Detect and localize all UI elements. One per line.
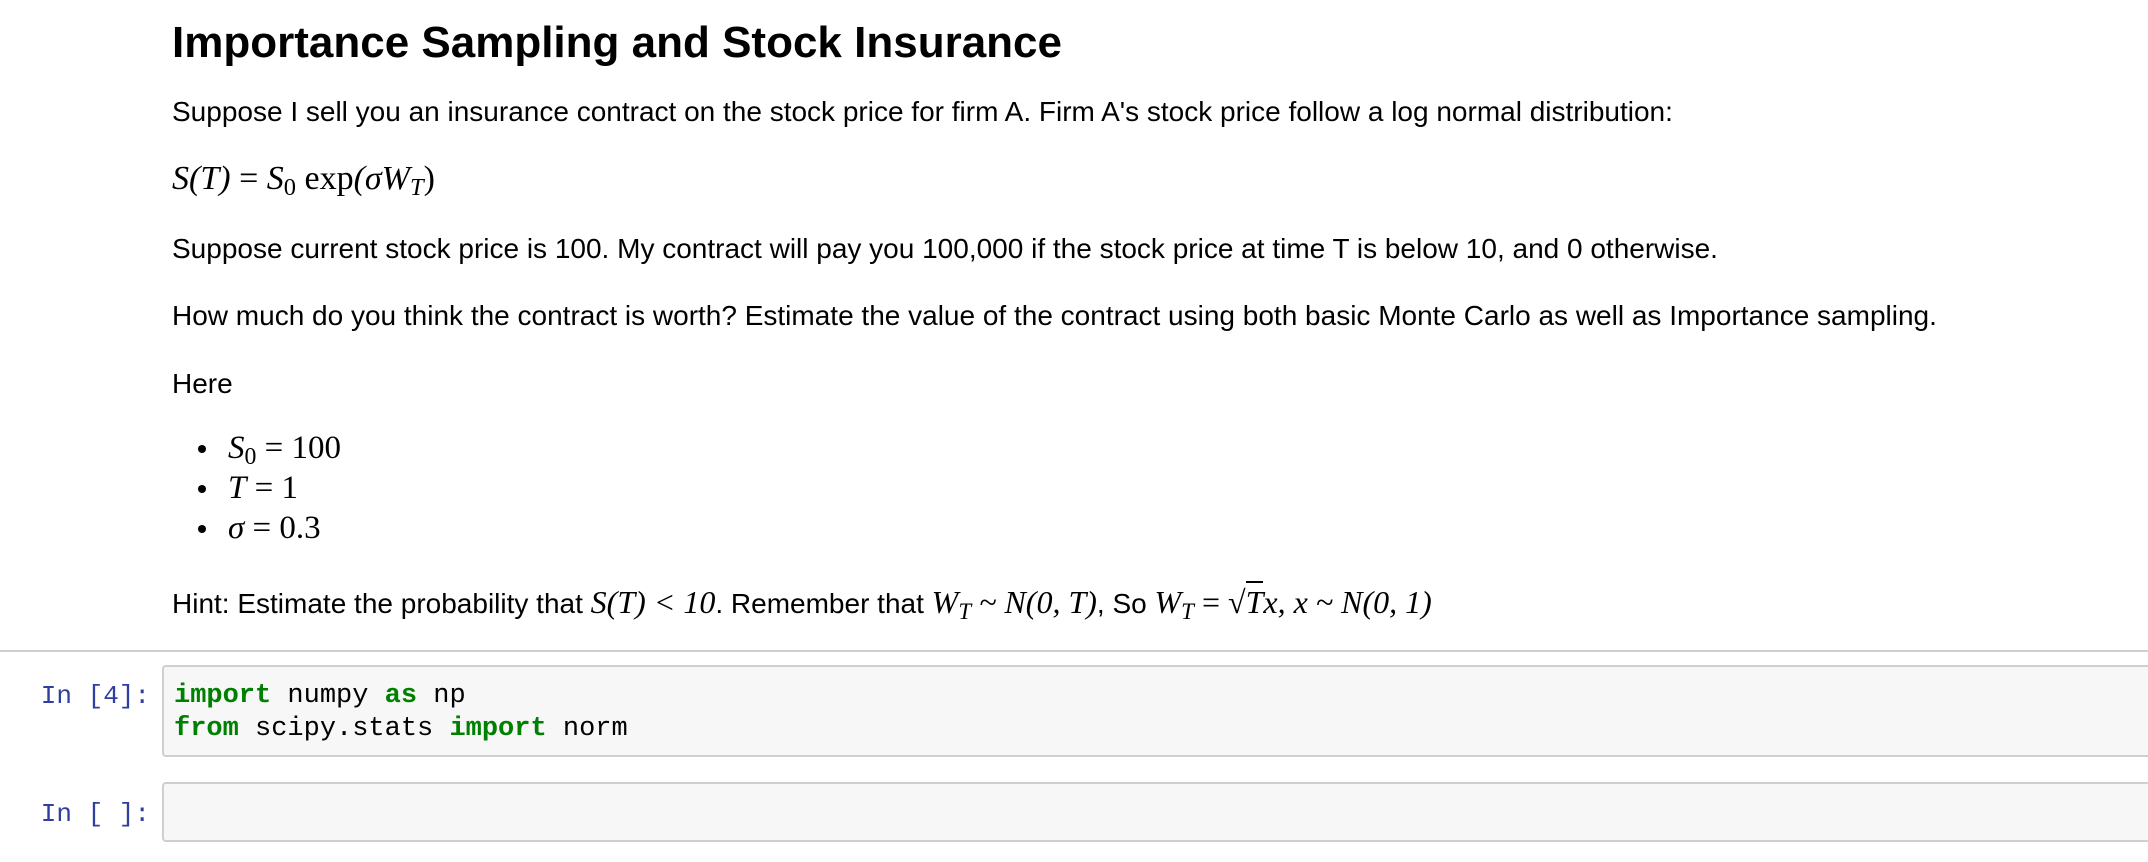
equation-s-subscript: 0 [283, 174, 296, 202]
payout-paragraph: Suppose current stock price is 100. My c… [172, 233, 1718, 264]
cell-prompt-empty: In [ ]: [40, 799, 150, 829]
sqrt-radicand: T [1245, 581, 1264, 620]
code-token: numpy [271, 681, 385, 711]
code-token-keyword: import [174, 681, 272, 711]
equation-w-subscript: T [410, 174, 424, 202]
hint-math-2: WT ~ N(0, T) [931, 584, 1097, 622]
cell-divider [0, 650, 2148, 652]
code-token: np [417, 681, 466, 711]
hint-w: W [931, 584, 959, 620]
code-line: from scipy.stats import norm [174, 713, 2148, 746]
equation-exp: exp [295, 160, 354, 197]
hint-w2: W [1154, 584, 1182, 620]
parameter-value: = 100 [256, 430, 341, 466]
parameter-item: σ = 0.3 [172, 508, 341, 548]
hint-text-3: , So [1096, 588, 1155, 619]
parameter-value: = 0.3 [244, 510, 321, 546]
parameter-item: T = 1 [172, 468, 341, 508]
parameter-var: T [228, 470, 247, 506]
bullet-dot [198, 445, 206, 453]
hint-math-1: S(T) < 10 [590, 584, 716, 620]
equation-equals: = [230, 160, 267, 197]
equation-s: S [266, 160, 284, 197]
hint-equals: = [1193, 584, 1229, 620]
code-token: scipy.stats [238, 714, 450, 744]
code-cell-input[interactable]: import numpy as np from scipy.stats impo… [162, 665, 2148, 757]
cell-prompt: In [4]: [40, 681, 150, 711]
equation-w: W [381, 160, 410, 197]
page-title: Importance Sampling and Stock Insurance [172, 18, 1062, 67]
empty-code-cell-input[interactable] [162, 782, 2148, 842]
equation-lhs: S(T) [172, 160, 231, 197]
here-label: Here [172, 368, 233, 399]
bullet-dot [198, 485, 206, 493]
stock-price-equation: S(T) = S0 exp(σWT) [172, 157, 435, 201]
hint-text-1: Hint: Estimate the probability that [172, 588, 591, 619]
hint-text-2: . Remember that [715, 588, 932, 619]
hint-distribution: ~ N(0, T) [971, 584, 1097, 620]
intro-paragraph: Suppose I sell you an insurance contract… [172, 96, 1673, 127]
parameter-item: S0 = 100 [172, 428, 341, 470]
parameter-value: = 1 [246, 470, 298, 506]
hint-w-subscript: T [958, 597, 972, 624]
parameter-list: S0 = 100 T = 1 σ = 0.3 [172, 428, 341, 548]
question-paragraph: How much do you think the contract is wo… [172, 300, 1937, 331]
code-line: import numpy as np [174, 680, 2148, 713]
hint-math-3: WT = √Tx, x ~ N(0, 1) [1154, 581, 1432, 622]
code-token-keyword: as [384, 681, 418, 711]
sqrt-icon: √ [1228, 584, 1246, 620]
code-token: norm [546, 714, 628, 744]
hint-paragraph: Hint: Estimate the probability that S(T)… [172, 581, 1432, 622]
hint-w2-subscript: T [1181, 597, 1194, 624]
parameter-var: σ [228, 510, 245, 546]
hint-x-distribution: x, x ~ N(0, 1) [1263, 584, 1432, 620]
bullet-dot [198, 525, 206, 533]
parameter-var: S [228, 430, 245, 466]
equation-open: (σ [353, 160, 382, 197]
parameter-sub: 0 [244, 443, 257, 470]
code-token-keyword: from [174, 714, 239, 744]
equation-close: ) [423, 160, 435, 197]
code-token-keyword: import [449, 714, 547, 744]
